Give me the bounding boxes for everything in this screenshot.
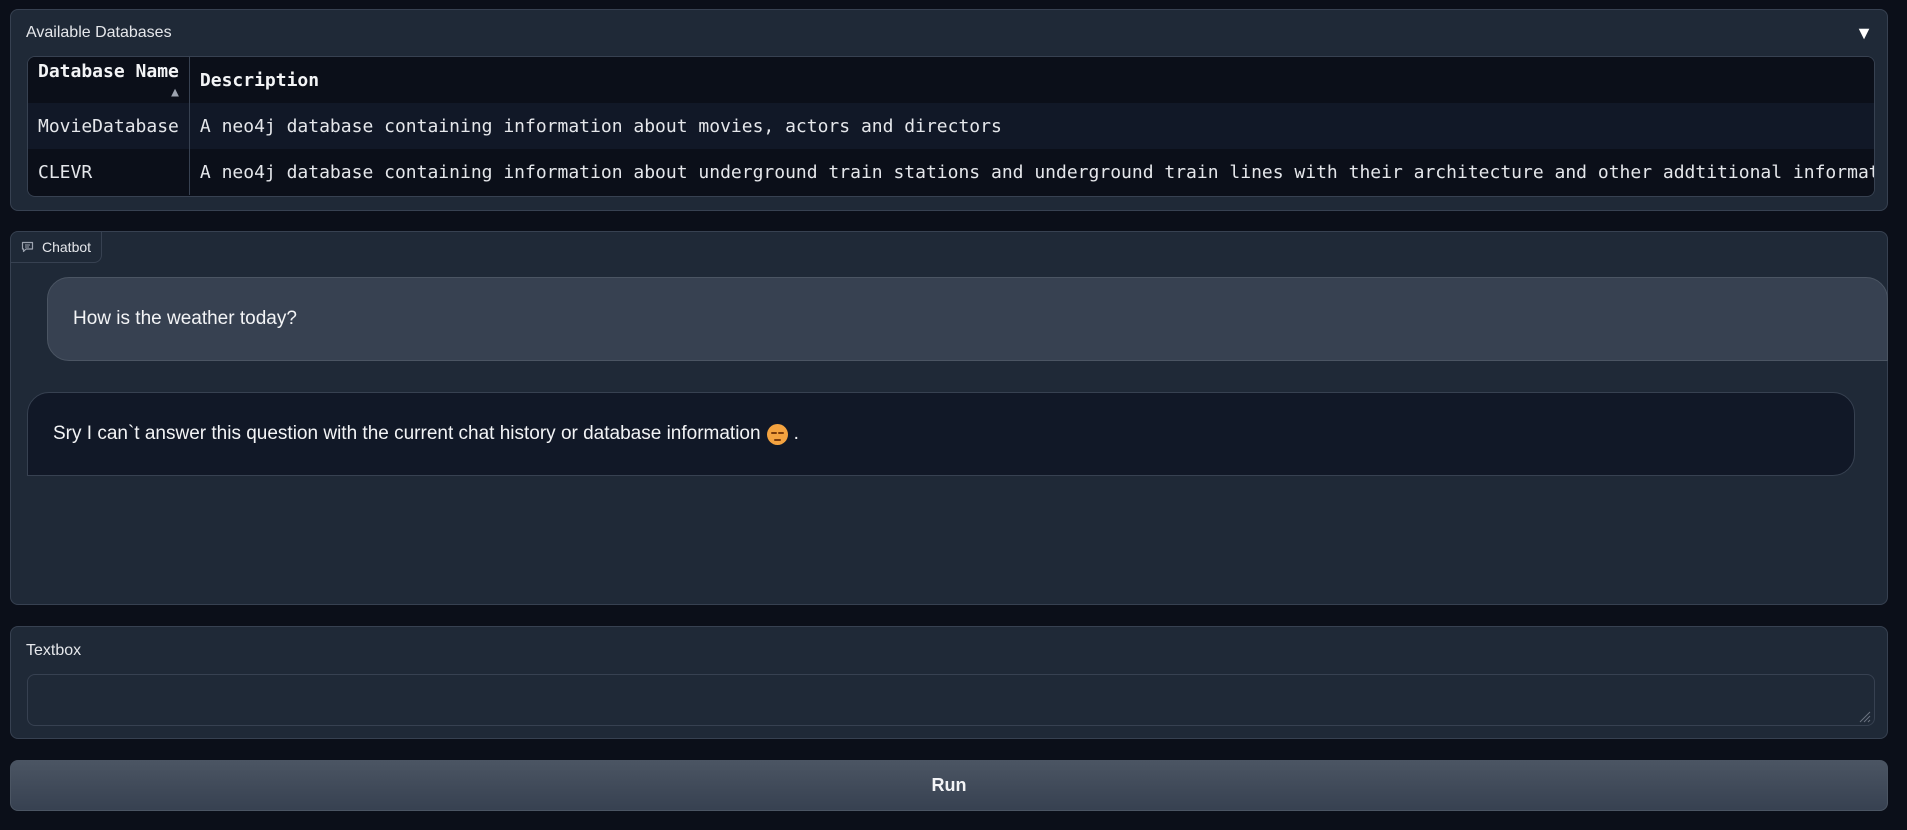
table-row[interactable]: CLEVR A neo4j database containing inform… — [28, 149, 1874, 195]
bot-message-suffix: . — [793, 423, 799, 444]
cell-database-name[interactable]: MovieDatabase — [28, 103, 190, 149]
column-header-database-name[interactable]: Database Name ▲ — [28, 57, 190, 103]
resize-handle-icon[interactable] — [1857, 709, 1871, 723]
column-header-label: Database Name — [38, 60, 179, 82]
message-input[interactable] — [27, 674, 1875, 726]
chat-bubble-icon — [21, 241, 34, 253]
cell-description[interactable]: A neo4j database containing information … — [189, 149, 1874, 195]
user-message: How is the weather today? — [47, 277, 1888, 361]
chatbot-label-text: Chatbot — [42, 239, 92, 255]
user-message-text: How is the weather today? — [73, 308, 297, 329]
pensive-face-icon — [766, 423, 788, 445]
table-header-row: Database Name ▲ Description — [28, 57, 1874, 103]
bot-message-text: Sry I can`t answer this question with th… — [53, 423, 761, 444]
sort-ascending-icon[interactable]: ▲ — [171, 85, 179, 100]
cell-description[interactable]: A neo4j database containing information … — [189, 103, 1874, 149]
bot-message: Sry I can`t answer this question with th… — [27, 392, 1855, 476]
textbox-label: Textbox — [26, 642, 82, 659]
databases-table: Database Name ▲ Description MovieDatabas… — [27, 56, 1875, 197]
accordion-title[interactable]: Available Databases — [26, 24, 172, 42]
collapse-toggle-icon[interactable]: ▼ — [1855, 24, 1873, 42]
chatbot-label: Chatbot — [11, 232, 103, 263]
run-button[interactable]: Run — [10, 760, 1888, 811]
column-header-label: Description — [199, 69, 320, 91]
textbox-panel: Textbox — [10, 626, 1888, 739]
chatbot-panel: Chatbot How is the weather today? Sry I … — [10, 231, 1888, 605]
table-row[interactable]: MovieDatabase A neo4j database containin… — [28, 103, 1874, 149]
databases-accordion: Available Databases ▼ Database Name ▲ De… — [10, 9, 1888, 211]
column-header-description[interactable]: Description — [189, 57, 1874, 103]
cell-database-name[interactable]: CLEVR — [28, 149, 190, 195]
